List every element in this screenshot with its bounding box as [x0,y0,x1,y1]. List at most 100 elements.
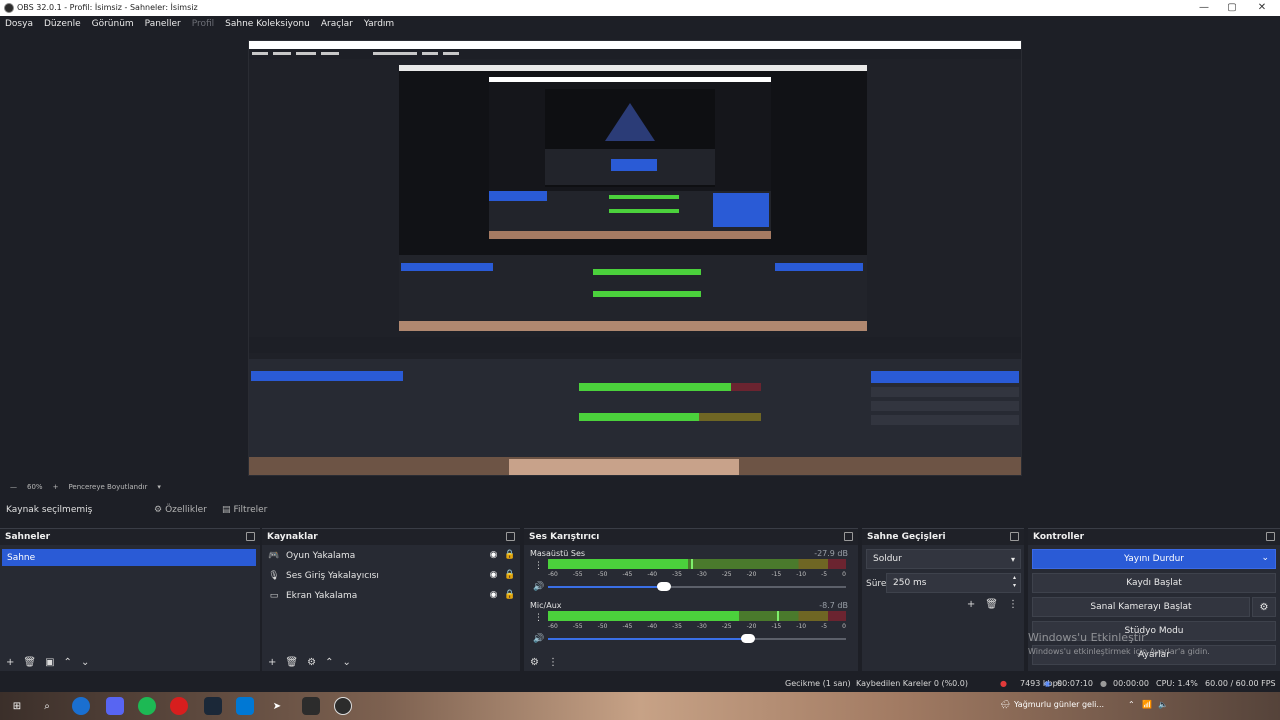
volume-slider-handle[interactable] [740,634,755,643]
menu-profile[interactable]: Profil [192,19,214,29]
meter-scale: -60 -55 -50 -45 -40 -35 -30 -25 -20 -15 -10 -5 0 [548,571,846,581]
minimize-button[interactable]: — [1190,1,1218,15]
menu-tools[interactable]: Araçlar [321,19,353,29]
start-virtual-camera-button[interactable]: Sanal Kamerayı Başlat [1032,597,1250,617]
channel-menu-icon[interactable]: ⋮ [534,561,543,571]
stop-stream-button[interactable]: Yayını Durdur ⌄ [1032,549,1276,569]
meter-tick-label: -50 [597,571,608,578]
add-source-icon[interactable]: + [268,657,276,668]
visibility-eye-icon[interactable]: ◉ [488,550,499,561]
move-up-icon[interactable]: ⌃ [64,657,72,668]
app-icon[interactable]: ➤ [268,697,286,715]
stepper-arrows-icon[interactable]: ▴ ▾ [1013,574,1016,590]
chevron-down-icon: ▾ [1010,554,1015,564]
meter-tick-label: -45 [622,571,633,578]
controls-dock-title: Kontroller [1028,529,1280,545]
volume-slider[interactable] [548,634,846,643]
lock-icon[interactable]: 🔒 [504,590,515,601]
mixer-menu-icon[interactable]: ⋮ [548,657,558,668]
windows-start-icon[interactable]: ⊞ [8,697,26,715]
source-properties-icon[interactable]: ⚙ [307,657,316,668]
volume-slider-handle[interactable] [657,582,672,591]
steam-icon[interactable] [204,697,222,715]
obs-taskbar-icon[interactable] [334,697,352,715]
undock-icon[interactable] [844,532,853,541]
advanced-audio-icon[interactable]: ⚙ [530,657,539,668]
undock-icon[interactable] [506,532,515,541]
volume-slider[interactable] [548,582,846,591]
remove-transition-icon[interactable]: 🗑 [985,599,998,610]
meter-tick-label: -25 [721,623,732,630]
spotify-icon[interactable] [138,697,156,715]
menu-scene-collection[interactable]: Sahne Koleksiyonu [225,19,310,29]
move-down-icon[interactable]: ⌄ [342,657,350,668]
menu-view[interactable]: Görünüm [92,19,134,29]
meter-tick-label: -30 [696,623,707,630]
close-button[interactable]: ✕ [1248,1,1276,15]
filters-button[interactable]: ▤ Filtreler [216,502,273,518]
program-preview[interactable] [248,40,1022,476]
lock-icon[interactable]: 🔒 [504,570,515,581]
edge-browser-icon[interactable] [72,697,90,715]
start-recording-button[interactable]: Kaydı Başlat [1032,573,1276,593]
sources-title: Kaynaklar [267,532,318,542]
store-icon[interactable] [236,697,254,715]
scene-item[interactable]: Sahne [2,549,256,566]
weather-text[interactable]: Yağmurlu günler geli... [1014,700,1104,709]
add-scene-icon[interactable]: + [6,657,14,668]
volume-icon[interactable]: 🔈 [1158,700,1168,709]
zoom-out-button[interactable]: — [10,483,17,491]
source-item[interactable]: 🎮 Oyun Yakalama ◉ 🔒 [268,547,518,565]
fit-to-window-select[interactable]: Pencereye Boyutlandır [68,483,147,491]
network-icon[interactable]: 📶 [1142,700,1152,709]
meter-tick-label: -5 [821,623,828,630]
source-label: Oyun Yakalama [286,551,356,561]
visibility-eye-icon[interactable]: ◉ [488,590,499,601]
app-icon[interactable] [302,697,320,715]
maximize-button[interactable]: ▢ [1218,1,1246,15]
watermark-subtitle: Windows'u etkinleştirmek için Ayarlar'a … [1028,647,1210,656]
stop-stream-label: Yayını Durdur [1124,554,1184,564]
move-down-icon[interactable]: ⌄ [81,657,89,668]
add-transition-icon[interactable]: + [967,599,975,610]
move-up-icon[interactable]: ⌃ [325,657,333,668]
discord-icon[interactable] [106,697,124,715]
gear-icon[interactable]: ⚙ [1252,597,1276,617]
speaker-icon[interactable]: 🔊 [533,582,544,592]
filters-label: Filtreler [233,505,268,515]
transitions-body: Soldur ▾ Süre 250 ms ▴ ▾ + 🗑 ⋮ [862,545,1024,672]
menu-edit[interactable]: Düzenle [44,19,81,29]
source-label: Ekran Yakalama [286,591,358,601]
properties-label: Özellikler [165,505,207,515]
visibility-eye-icon[interactable]: ◉ [488,570,499,581]
undock-icon[interactable] [246,532,255,541]
chevron-down-icon[interactable]: ⌄ [1261,553,1269,563]
lock-icon[interactable]: 🔒 [504,550,515,561]
record-dot-icon: ● [1000,679,1007,688]
controls-title: Kontroller [1033,532,1085,542]
menu-file[interactable]: Dosya [5,19,33,29]
mixer-channel: Mic/Aux -8.7 dB ⋮ -60 -55 -50 -45 -40 -35 -30-… [530,601,852,651]
menu-help[interactable]: Yardım [364,19,394,29]
opera-icon[interactable] [170,697,188,715]
speaker-icon[interactable]: 🔊 [533,634,544,644]
properties-button[interactable]: ⚙ Özellikler [148,502,213,518]
remove-scene-icon[interactable]: 🗑 [23,657,36,668]
undock-icon[interactable] [1266,532,1275,541]
audio-mixer-dock: Ses Karıştırıcı Masaüstü Ses -27.9 dB ⋮ … [524,528,858,671]
menu-docks[interactable]: Paneller [145,19,181,29]
transition-menu-icon[interactable]: ⋮ [1008,599,1018,610]
search-icon[interactable]: ⌕ [38,697,56,715]
mixer-toolbar: ⚙ ⋮ [524,652,858,672]
source-item[interactable]: 🎙 Ses Giriş Yakalayıcısı ◉ 🔒 [268,567,518,585]
duration-stepper[interactable]: 250 ms ▴ ▾ [886,573,1021,593]
channel-menu-icon[interactable]: ⋮ [534,613,543,623]
chevron-down-icon[interactable]: ▾ [157,483,161,491]
source-item[interactable]: ▭ Ekran Yakalama ◉ 🔒 [268,587,518,605]
remove-source-icon[interactable]: 🗑 [285,657,298,668]
undock-icon[interactable] [1010,532,1019,541]
tray-chevron-icon[interactable]: ⌃ [1128,700,1135,709]
scene-filters-icon[interactable]: ▣ [45,657,54,668]
zoom-in-button[interactable]: + [53,483,59,491]
transition-select[interactable]: Soldur ▾ [866,549,1021,569]
